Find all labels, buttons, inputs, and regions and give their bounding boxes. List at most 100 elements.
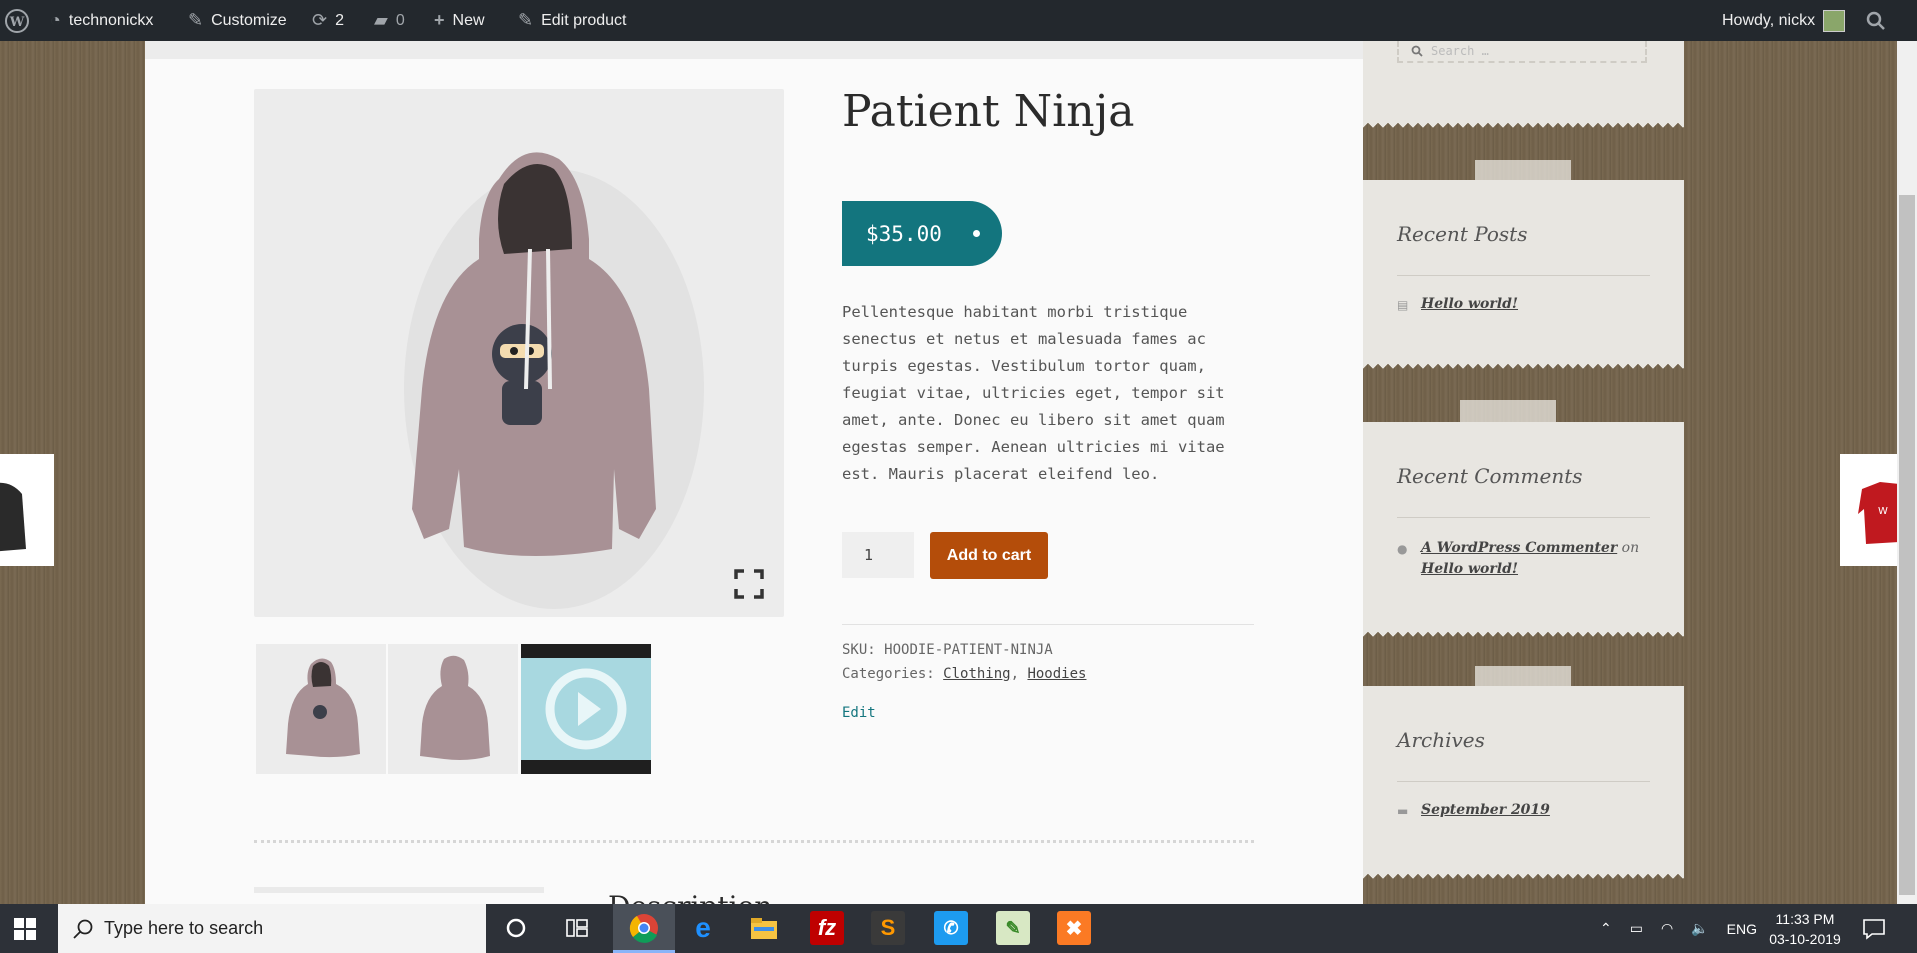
comment-post-link[interactable]: Hello world!	[1421, 561, 1518, 577]
widget-edge	[1363, 872, 1684, 882]
my-account-menu[interactable]: Howdy, nickx	[1722, 0, 1846, 41]
widget-title-divider	[1397, 275, 1650, 276]
edge-icon[interactable]: e	[686, 911, 720, 945]
wifi-icon[interactable]: ◠	[1661, 920, 1673, 937]
cortana-icon[interactable]	[499, 911, 533, 945]
edit-product-label: Edit product	[541, 11, 627, 29]
comment-icon: ▰	[374, 10, 388, 30]
category-link-hoodies[interactable]: Hoodies	[1027, 666, 1086, 682]
pencil-icon: ✎	[518, 10, 534, 30]
fullscreen-icon[interactable]	[734, 569, 764, 603]
updates-link[interactable]: ⟳ 2	[312, 0, 344, 41]
language-indicator[interactable]: ENG	[1727, 921, 1757, 937]
new-content-menu[interactable]: + New	[434, 0, 485, 41]
updates-icon: ⟳	[312, 10, 328, 30]
admin-bar: W ◔ technonickx ✎ Customize ⟳ 2 ▰ 0 + Ne…	[0, 0, 1917, 41]
comments-count: 0	[395, 11, 405, 29]
recent-posts-title: Recent Posts	[1397, 222, 1528, 246]
categories-label: Categories:	[842, 666, 935, 682]
battery-icon[interactable]: ▭	[1630, 920, 1643, 937]
sublime-text-icon[interactable]: S	[871, 911, 905, 945]
next-product-thumbnail[interactable]: W	[1840, 454, 1897, 566]
site-name-menu[interactable]: ◔ technonickx	[50, 0, 153, 41]
taskbar-search-box[interactable]: Type here to search	[58, 904, 486, 953]
notifications-icon[interactable]	[1862, 918, 1886, 945]
archives-widget: Archives ▬ September 2019	[1363, 686, 1684, 882]
customize-label: Customize	[211, 11, 287, 29]
xampp-icon[interactable]: ✖	[1057, 911, 1091, 945]
clock-time: 11:33 PM	[1775, 911, 1835, 927]
product-title: Patient Ninja	[842, 86, 1135, 137]
widget-edge	[1363, 362, 1684, 372]
comment-bubble-icon: ●	[1397, 542, 1408, 556]
quantity-input[interactable]	[842, 532, 914, 578]
whatsapp-icon[interactable]: ✆	[934, 911, 968, 945]
comment-on-label: on	[1621, 540, 1640, 556]
start-button[interactable]	[14, 918, 36, 945]
archives-title: Archives	[1397, 728, 1485, 752]
main-content: Patient Ninja $35.00 Pellentesque habita…	[145, 41, 1363, 904]
comments-link[interactable]: ▰ 0	[374, 0, 405, 41]
scrollbar-thumb[interactable]	[1899, 195, 1915, 895]
category-link-clothing[interactable]: Clothing	[943, 666, 1010, 682]
windows-taskbar: Type here to search e fz S ✆ ✎ ✖ ⌃ ▭ ◠ 🔈…	[0, 904, 1917, 953]
add-to-cart-button[interactable]: Add to cart	[930, 532, 1048, 579]
svg-text:W: W	[9, 15, 25, 30]
file-explorer-icon[interactable]	[747, 911, 781, 945]
product-thumbnail-front[interactable]	[256, 644, 386, 774]
chevron-up-icon[interactable]: ⌃	[1600, 920, 1612, 937]
taskbar-search-placeholder: Type here to search	[104, 918, 264, 938]
task-view-icon[interactable]	[560, 911, 594, 945]
content-top-strip	[145, 41, 1363, 59]
chrome-icon	[629, 914, 658, 943]
product-categories-row: Categories: Clothing, Hoodies	[842, 666, 1087, 682]
system-tray: ⌃ ▭ ◠ 🔈 ENG	[1600, 904, 1757, 953]
hoodie-image	[404, 152, 704, 609]
tabs-bar	[254, 887, 544, 893]
product-thumbnail-back[interactable]	[388, 644, 518, 774]
document-icon: ▤	[1397, 298, 1409, 312]
product-price-badge: $35.00	[842, 201, 1002, 266]
previous-product-thumbnail[interactable]	[0, 454, 54, 566]
chrome-taskbar-item[interactable]	[613, 904, 675, 953]
recent-comments-widget: Recent Comments ● A WordPress Commenter …	[1363, 422, 1684, 640]
search-icon	[73, 919, 93, 939]
edit-product-link[interactable]: ✎ Edit product	[518, 0, 626, 41]
search-field[interactable]: Search …	[1397, 41, 1647, 63]
windows-logo-icon	[14, 918, 36, 940]
archive-link[interactable]: September 2019	[1421, 802, 1550, 818]
search-icon	[1411, 45, 1423, 57]
sku-label: SKU:	[842, 642, 876, 658]
greeting-label: Howdy, nickx	[1722, 11, 1816, 29]
admin-search-icon[interactable]	[1866, 0, 1886, 41]
comment-author-link[interactable]: A WordPress Commenter	[1421, 540, 1617, 556]
avatar	[1823, 9, 1846, 32]
widget-title-divider	[1397, 781, 1650, 782]
customize-link[interactable]: ✎ Customize	[188, 0, 287, 41]
tab-description[interactable]: Description	[608, 890, 772, 904]
search-placeholder: Search …	[1431, 44, 1489, 58]
product-main-image[interactable]	[254, 89, 784, 617]
notepad-plus-plus-icon[interactable]: ✎	[996, 911, 1030, 945]
recent-post-link[interactable]: Hello world!	[1421, 296, 1518, 312]
filezilla-icon[interactable]: fz	[810, 911, 844, 945]
paintbrush-icon: ✎	[188, 10, 204, 30]
plus-icon: +	[434, 10, 445, 30]
clock[interactable]: 11:33 PM 03-10-2019	[1760, 909, 1850, 949]
widget-edge	[1363, 121, 1684, 131]
volume-icon[interactable]: 🔈	[1691, 920, 1708, 937]
sku-value: HOODIE-PATIENT-NINJA	[884, 642, 1053, 658]
product-thumbnail-video[interactable]	[521, 644, 651, 774]
product-price: $35.00	[866, 221, 942, 246]
dashboard-icon: ◔	[50, 10, 61, 30]
recent-posts-widget: Recent Posts ▤ Hello world!	[1363, 180, 1684, 372]
meta-divider	[842, 624, 1254, 625]
svg-text:W: W	[1878, 506, 1888, 517]
product-sku-row: SKU: HOODIE-PATIENT-NINJA	[842, 642, 1053, 658]
folder-icon: ▬	[1397, 804, 1409, 818]
widget-title-divider	[1397, 517, 1650, 518]
site-name: technonickx	[68, 11, 154, 29]
wordpress-logo-icon[interactable]: W	[4, 0, 30, 41]
edit-link[interactable]: Edit	[842, 705, 876, 721]
search-widget: Search …	[1363, 41, 1684, 131]
